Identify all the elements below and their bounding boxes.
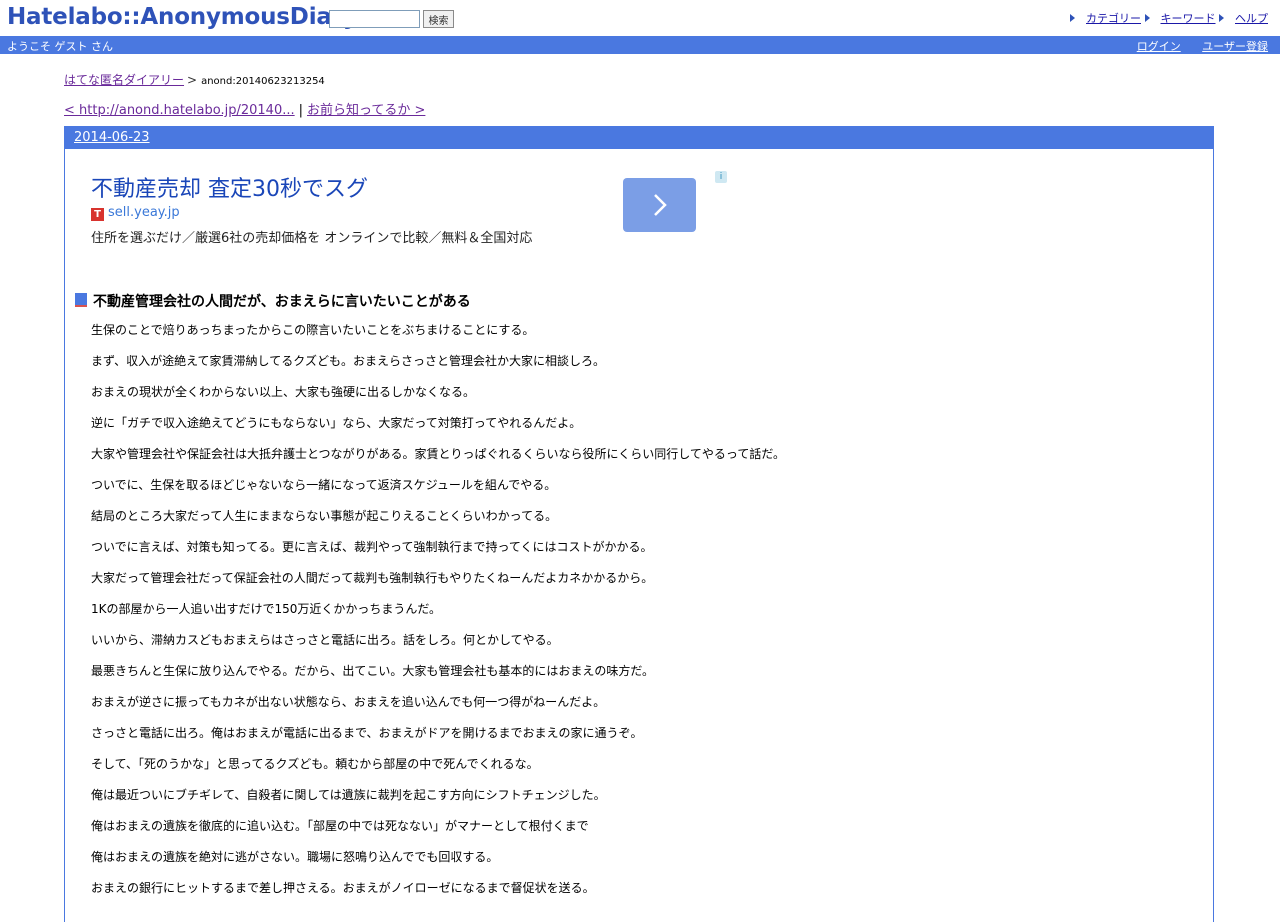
- breadcrumb: はてな匿名ダイアリー > anond:20140623213254: [64, 71, 325, 88]
- ad-description: 住所を選ぶだけ／厳選6社の売却価格を オンラインで比較／無料＆全国対応: [91, 231, 533, 246]
- article-paragraph: 結局のところ大家だって人生にままならない事態が起こりえることくらいわかってる。: [91, 509, 558, 523]
- article-body: 生保のことで焙りあっちまったからこの際言いたいことをぶちまけることにする。まず、…: [91, 322, 785, 911]
- article-paragraph: いいから、滞納カスどもおまえらはさっさと電話に出ろ。話をしろ。何とかしてやる。: [91, 633, 559, 647]
- article-paragraph: 俺は最近ついにブチギレて、自殺者に関しては遺族に裁判を起こす方向にシフトチェンジ…: [91, 788, 606, 802]
- breadcrumb-current: anond:20140623213254: [201, 76, 325, 87]
- breadcrumb-root-link[interactable]: はてな匿名ダイアリー: [64, 73, 184, 87]
- article-title-text: 不動産管理会社の人間だが、おまえらに言いたいことがある: [93, 294, 471, 310]
- search-input[interactable]: [329, 10, 420, 28]
- article-paragraph: おまえの現状が全くわからない以上、大家も強硬に出るしかなくなる。: [91, 385, 476, 399]
- ad-go-button[interactable]: [623, 178, 696, 232]
- article-paragraph: さっさと電話に出ろ。俺はおまえが電話に出るまで、おまえがドアを開けるまでおまえの…: [91, 726, 643, 740]
- category-link[interactable]: カテゴリー: [1086, 12, 1141, 25]
- ad-info-icon[interactable]: i: [715, 171, 727, 183]
- day-date[interactable]: 2014-06-23: [74, 130, 150, 145]
- ad-url[interactable]: Tsell.yeay.jp: [91, 205, 180, 221]
- article-paragraph: 生保のことで焙りあっちまったからこの際言いたいことをぶちまけることにする。: [91, 323, 535, 337]
- article-paragraph: 最悪きちんと生保に放り込んでやる。だから、出てこい。大家も管理会社も基本的にはお…: [91, 664, 655, 678]
- nav-divider: |: [298, 103, 304, 118]
- welcome-text: ようこそ ゲスト さん: [7, 40, 113, 53]
- ad-title[interactable]: 不動産売却 査定30秒でスグ: [91, 171, 368, 203]
- arrow-icon: [1219, 14, 1224, 22]
- site-header: Hatelabo::AnonymousDiary 検索 カテゴリー キーワード …: [0, 0, 1280, 35]
- article-paragraph: 1Kの部屋から一人追い出すだけで150万近くかかっちまうんだ。: [91, 602, 442, 616]
- article-paragraph: 俺はおまえの遺族を徹底的に追い込む。「部屋の中では死なない」がマナーとして根付く…: [91, 819, 589, 833]
- chevron-right-icon: [653, 194, 667, 216]
- top-links: カテゴリー キーワード ヘルプ: [1070, 10, 1268, 26]
- next-entry-link[interactable]: お前ら知ってるか >: [307, 103, 425, 118]
- article-paragraph: 俺はおまえの遺族を絶対に逃がさない。職場に怒鳴り込んででも回収する。: [91, 850, 499, 864]
- arrow-icon: [1070, 14, 1075, 22]
- ad-url-text[interactable]: sell.yeay.jp: [108, 205, 180, 220]
- keyword-link[interactable]: キーワード: [1161, 12, 1216, 25]
- site-logo[interactable]: Hatelabo::AnonymousDiary: [7, 4, 358, 30]
- help-link[interactable]: ヘルプ: [1235, 12, 1268, 25]
- arrow-icon: [1144, 14, 1150, 22]
- breadcrumb-separator: >: [187, 73, 198, 87]
- entry-navigation: < http://anond.hatelabo.jp/20140... | お前ら知…: [64, 99, 425, 118]
- article-paragraph: 逆に「ガチで収入途絶えてどうにもならない」なら、大家だって対策打ってやれるんだよ…: [91, 416, 582, 430]
- square-icon: [75, 293, 87, 307]
- day-section: 2014-06-23 不動産売却 査定30秒でスグ Tsell.yeay.jp …: [64, 126, 1214, 922]
- register-link[interactable]: ユーザー登録: [1202, 40, 1268, 53]
- user-bar: ようこそ ゲスト さん ログイン ユーザー登録: [0, 36, 1280, 54]
- article-paragraph: おまえが逆さに振ってもカネが出ない状態なら、おまえを追い込んでも何一つ得がねーん…: [91, 695, 606, 709]
- day-header: 2014-06-23: [65, 127, 1213, 149]
- login-link[interactable]: ログイン: [1137, 40, 1181, 53]
- ad-block[interactable]: 不動産売却 査定30秒でスグ Tsell.yeay.jp 住所を選ぶだけ／厳選6…: [91, 171, 727, 251]
- ad-logo-icon: T: [91, 208, 104, 221]
- article-paragraph: おまえの銀行にヒットするまで差し押さえる。おまえがノイローゼになるまで督促状を送…: [91, 881, 595, 895]
- article-paragraph: ついでに言えば、対策も知ってる。更に言えば、裁判やって強制執行まで持ってくにはコ…: [91, 540, 653, 554]
- article-paragraph: まず、収入が途絶えて家賃滞納してるクズども。おまえらさっさと管理会社か大家に相談…: [91, 354, 605, 368]
- article-paragraph: ついでに、生保を取るほどじゃないなら一緒になって返済スケジュールを組んでやる。: [91, 478, 557, 492]
- search-button[interactable]: 検索: [423, 10, 454, 28]
- prev-entry-link[interactable]: < http://anond.hatelabo.jp/20140...: [64, 103, 295, 118]
- article-paragraph: そして、「死のうかな」と思ってるクズども。頼むから部屋の中で死んでくれるな。: [91, 757, 539, 771]
- article-paragraph: 大家だって管理会社だって保証会社の人間だって裁判も強制執行もやりたくねーんだよカ…: [91, 571, 654, 585]
- article-title: 不動産管理会社の人間だが、おまえらに言いたいことがある: [75, 291, 471, 311]
- article-paragraph: 大家や管理会社や保証会社は大抵弁護士とつながりがある。家賃とりっぱぐれるくらいな…: [91, 447, 785, 461]
- account-links: ログイン ユーザー登録: [1119, 38, 1268, 54]
